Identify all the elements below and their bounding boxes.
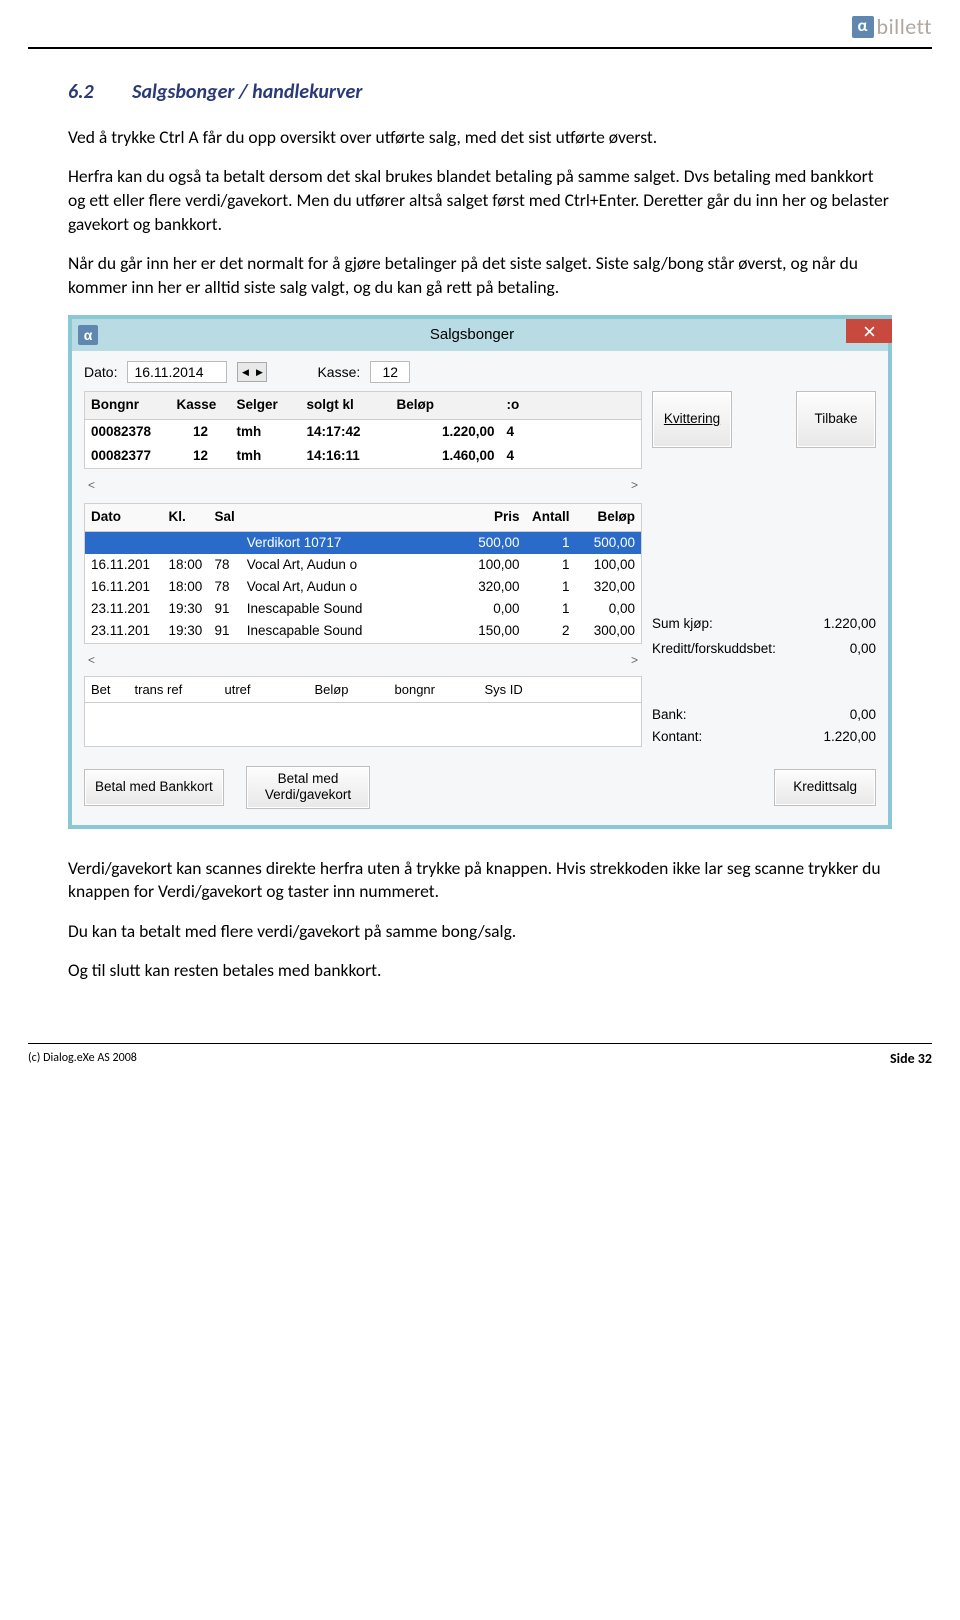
- paragraph-6: Og til slutt kan resten betales med bank…: [68, 959, 892, 983]
- chevron-right-icon[interactable]: ▶: [252, 363, 266, 381]
- close-button[interactable]: [846, 319, 892, 343]
- col-selger[interactable]: Selger: [231, 392, 301, 419]
- chevron-left-icon[interactable]: ◀: [238, 363, 252, 381]
- kasse-label: Kasse:: [317, 363, 360, 382]
- table-row[interactable]: [85, 703, 642, 725]
- paragraph-5: Du kan ta betalt med flere verdi/gavekor…: [68, 920, 892, 944]
- betal-bankkort-button[interactable]: Betal med Bankkort: [84, 769, 224, 805]
- betal-verdi-button[interactable]: Betal medVerdi/gavekort: [246, 766, 370, 808]
- paragraph-3: Når du går inn her er det normalt for å …: [68, 252, 892, 299]
- bank-panel: Bank: 0,00 Kontant: 1.220,00: [652, 676, 876, 750]
- window-title: Salgsbonger: [98, 325, 846, 345]
- alpha-icon: α: [852, 16, 874, 38]
- scrollbar-2[interactable]: <>: [84, 644, 642, 672]
- copyright: (c) Dialog.eXe AS 2008: [28, 1050, 137, 1069]
- table-row[interactable]: 00082377 12 tmh 14:16:11 1.460,00 4: [85, 444, 642, 469]
- bong-table[interactable]: Bongnr Kasse Selger solgt kl Beløp :o 00…: [84, 391, 642, 469]
- table-row[interactable]: [85, 725, 642, 747]
- sum-value: 1.220,00: [823, 615, 876, 633]
- kvittering-button[interactable]: Kvittering: [652, 391, 732, 447]
- sum-label: Sum kjøp:: [652, 615, 713, 633]
- table-row[interactable]: Verdikort 10717 500,00 1 500,00: [85, 531, 642, 554]
- page-footer: (c) Dialog.eXe AS 2008 Side 32: [28, 1043, 932, 1075]
- bong-header-row: Bongnr Kasse Selger solgt kl Beløp :o: [85, 392, 642, 419]
- brand-name: billett: [877, 12, 932, 42]
- brand-logo: α billett: [852, 12, 932, 42]
- section-heading: 6.2 Salgsbonger / handlekurver: [68, 79, 892, 106]
- dato-input[interactable]: [127, 361, 227, 383]
- scrollbar-1[interactable]: <>: [84, 469, 642, 497]
- window-icon: α: [78, 325, 98, 345]
- table-row[interactable]: 23.11.20119:3091Inescapable Sound0,0010,…: [85, 598, 642, 620]
- lines-table[interactable]: Dato Kl. Sal Pris Antall Beløp Verdikort…: [84, 503, 642, 643]
- dato-label: Dato:: [84, 363, 117, 382]
- payment-table[interactable]: Bet trans ref utref Beløp bongnr Sys ID: [84, 676, 642, 748]
- close-icon: [864, 326, 875, 337]
- table-row[interactable]: 16.11.20118:0078Vocal Art, Audun o100,00…: [85, 554, 642, 576]
- titlebar: α Salgsbonger: [72, 319, 888, 351]
- kreditt-label: Kreditt/forskuddsbet:: [652, 640, 776, 658]
- bank-value: 0,00: [850, 706, 876, 724]
- paragraph-1: Ved å trykke Ctrl A får du opp oversikt …: [68, 126, 892, 150]
- table-row[interactable]: 16.11.20118:0078Vocal Art, Audun o320,00…: [85, 576, 642, 598]
- section-title: Salgsbonger / handlekurver: [132, 80, 362, 104]
- col-kasse[interactable]: Kasse: [171, 392, 231, 419]
- paragraph-2: Herfra kan du også ta betalt dersom det …: [68, 165, 892, 236]
- date-spinner[interactable]: ◀▶: [237, 362, 267, 382]
- kreditt-value: 0,00: [850, 640, 876, 658]
- table-row[interactable]: 00082378 12 tmh 14:17:42 1.220,00 4: [85, 419, 642, 444]
- page-number: Side 32: [890, 1050, 932, 1069]
- col-bongnr[interactable]: Bongnr: [85, 392, 171, 419]
- kontant-label: Kontant:: [652, 728, 702, 746]
- col-solgtkl[interactable]: solgt kl: [301, 392, 391, 419]
- col-belop[interactable]: Beløp: [391, 392, 501, 419]
- table-row[interactable]: 23.11.20119:3091Inescapable Sound150,002…: [85, 620, 642, 643]
- tilbake-button[interactable]: Tilbake: [796, 391, 876, 447]
- page-header: α billett: [28, 0, 932, 45]
- kredittsalg-button[interactable]: Kredittsalg: [774, 769, 876, 805]
- col-o[interactable]: :o: [501, 392, 642, 419]
- kontant-value: 1.220,00: [823, 728, 876, 746]
- sum-panel: Sum kjøp: 1.220,00 Kreditt/forskuddsbet: 0…: [652, 503, 876, 672]
- salgsbonger-window: α Salgsbonger Dato: ◀▶ Kasse: Bongnr Kas…: [68, 315, 892, 828]
- bank-label: Bank:: [652, 706, 687, 724]
- filter-row: Dato: ◀▶ Kasse:: [72, 351, 888, 391]
- section-number: 6.2: [68, 80, 94, 104]
- lines-header: Dato Kl. Sal Pris Antall Beløp: [85, 504, 642, 531]
- paragraph-4: Verdi/gavekort kan scannes direkte herfr…: [68, 857, 892, 904]
- kasse-input[interactable]: [370, 361, 410, 383]
